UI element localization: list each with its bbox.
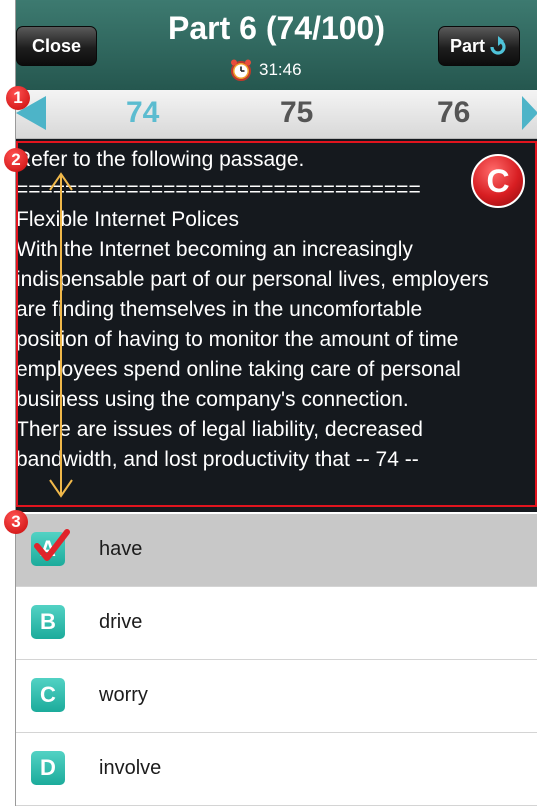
passage-line: employees spend online taking care of pe…: [16, 358, 461, 381]
passage-line: With the Internet becoming an increasing…: [16, 238, 413, 261]
choice-text: involve: [99, 757, 162, 779]
choice-text: worry: [99, 684, 148, 706]
question-number-74[interactable]: 74: [126, 96, 159, 130]
choice-text: have: [99, 538, 143, 560]
left-gutter: [0, 0, 16, 806]
alarm-clock-icon: [231, 59, 251, 81]
choice-d[interactable]: D involve: [16, 733, 537, 806]
marker-1: 1: [6, 86, 30, 110]
choice-b[interactable]: B drive: [16, 587, 537, 660]
choice-letter-badge: D: [31, 751, 65, 785]
timer-value: 31:46: [259, 60, 302, 79]
choice-c[interactable]: C worry: [16, 660, 537, 733]
passage-line: There are issues of legal liability, dec…: [16, 418, 423, 441]
timer: 31:46: [229, 58, 302, 82]
choice-letter-badge: B: [31, 605, 65, 639]
marker-3: 3: [4, 510, 28, 534]
passage-text: Refer to the following passage. ========…: [16, 145, 537, 475]
part-button[interactable]: Part: [438, 26, 520, 66]
choice-a[interactable]: A have: [16, 514, 537, 587]
next-arrow-icon[interactable]: [522, 96, 537, 130]
refresh-arrow-icon: [490, 36, 506, 55]
question-number-75[interactable]: 75: [280, 96, 313, 130]
passage-line: business using the company's connection.: [16, 388, 409, 411]
passage-line: =================================: [16, 178, 421, 201]
answer-badge[interactable]: C: [471, 154, 525, 208]
part-label: Part: [449, 35, 485, 56]
passage-line: bandwidth, and lost productivity that --…: [16, 448, 419, 471]
passage-panel[interactable]: Refer to the following passage. ========…: [16, 139, 537, 512]
choice-text: drive: [99, 611, 143, 633]
choice-letter-badge: C: [31, 678, 65, 712]
passage-line: indispensable part of our personal lives…: [16, 268, 489, 291]
passage-line: Refer to the following passage.: [16, 148, 305, 171]
passage-line: position of having to monitor the amount…: [16, 328, 459, 351]
scroll-arrow-icon: [49, 172, 73, 498]
question-number-76[interactable]: 76: [437, 96, 470, 130]
checkmark-icon: [34, 529, 70, 561]
passage-line: Flexible Internet Polices: [16, 208, 239, 231]
question-navigator: 74 75 76: [16, 90, 537, 139]
passage-line: are finding themselves in the uncomforta…: [16, 298, 423, 321]
marker-2: 2: [4, 148, 28, 172]
